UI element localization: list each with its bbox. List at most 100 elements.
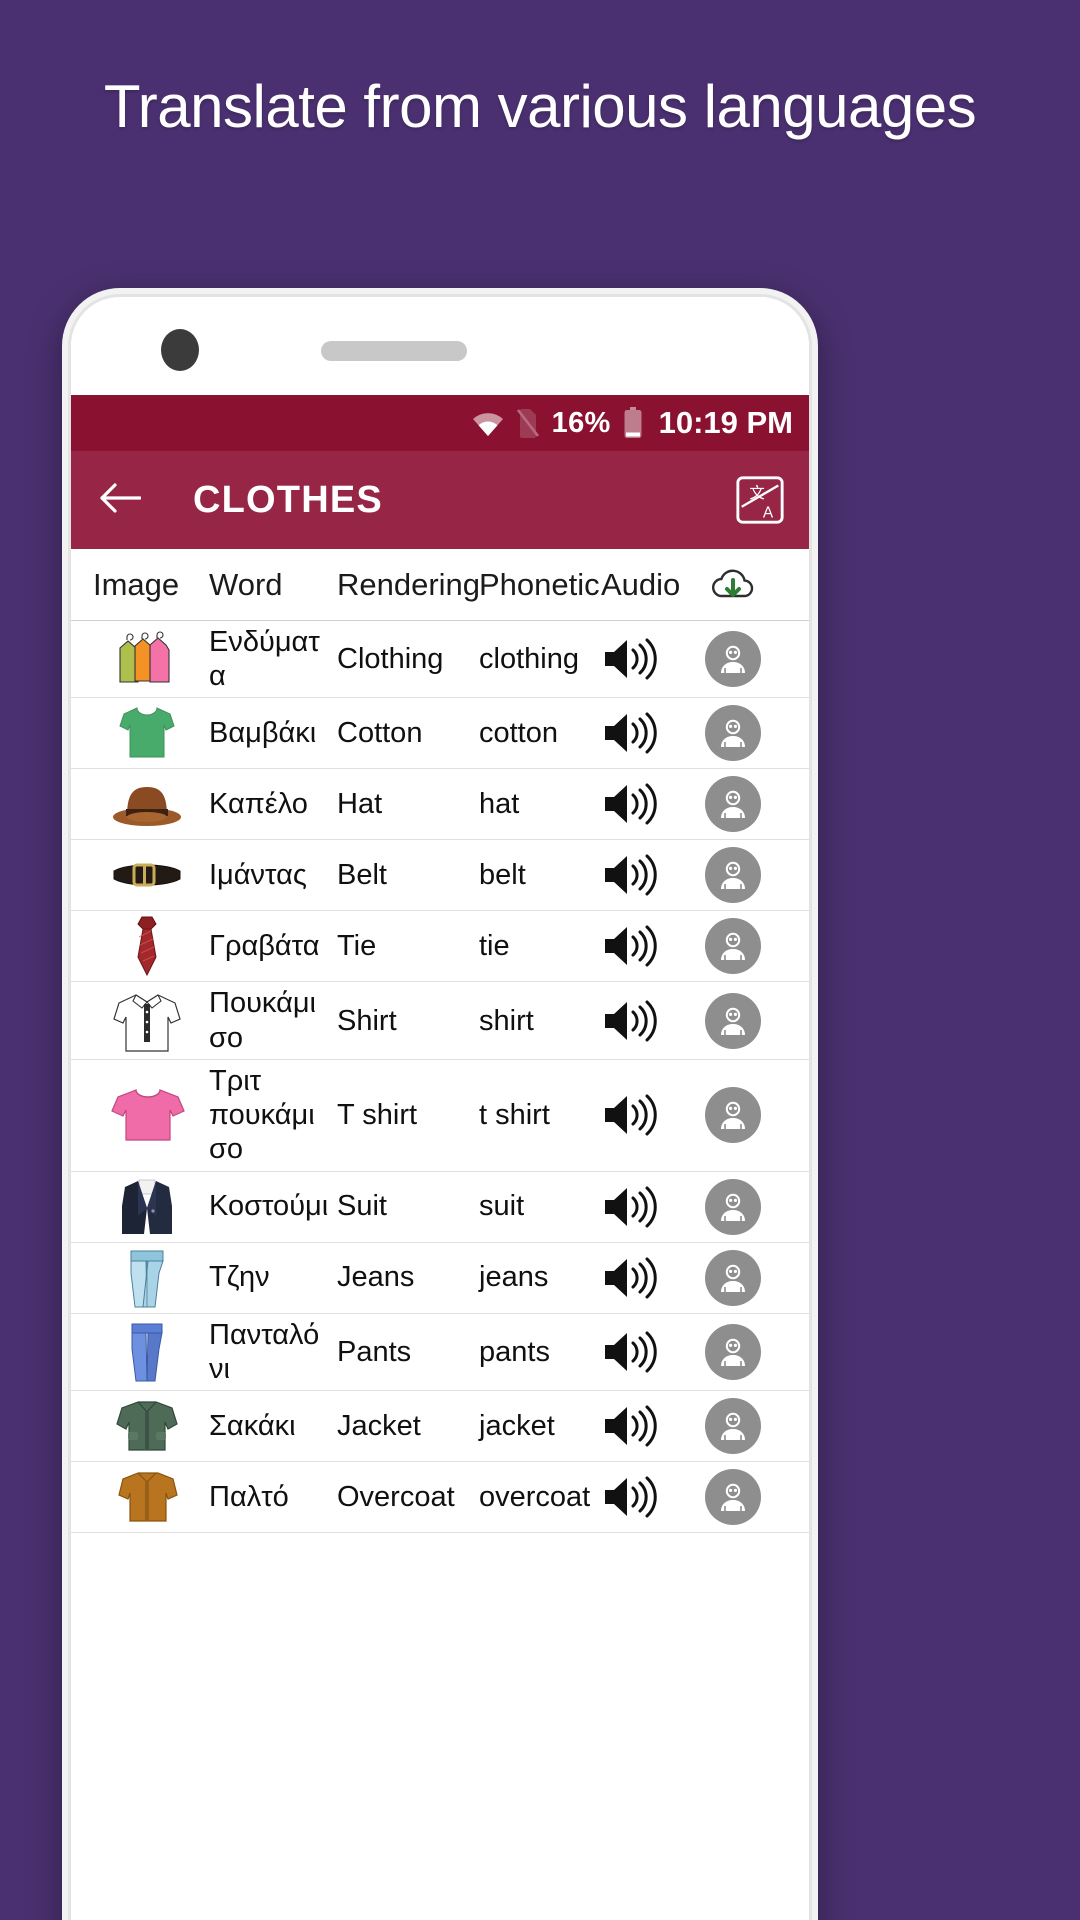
cell-rendering: Pants [337, 1335, 412, 1368]
table-row[interactable]: Κοστούμι Suit suit [71, 1172, 809, 1243]
cell-rendering: Tie [337, 930, 377, 963]
cell-word: Σακάκι [209, 1409, 296, 1442]
front-camera-icon [161, 329, 199, 371]
speaker-icon[interactable] [601, 998, 697, 1044]
cell-word: Βαμβάκι [209, 717, 317, 750]
svg-text:文: 文 [749, 484, 764, 502]
table-row[interactable]: Πανταλόνι Pants pants [71, 1314, 809, 1391]
promo-headline: Translate from various languages [103, 73, 977, 140]
brown-hat-icon [85, 773, 209, 835]
page-title: CLOTHES [193, 478, 383, 521]
pink-tshirt-icon [85, 1084, 209, 1146]
status-bar: 16% 10:19 PM [71, 395, 809, 451]
cell-phonetic: hat [479, 788, 520, 821]
blue-pants-icon [85, 1321, 209, 1383]
cell-word: Τζην [209, 1261, 270, 1294]
app-bar: CLOTHES 文 A [71, 451, 809, 549]
red-tie-icon [85, 915, 209, 977]
person-avatar-icon[interactable] [697, 1397, 769, 1454]
cell-word: Κοστούμι [209, 1190, 329, 1223]
person-avatar-icon[interactable] [697, 631, 769, 688]
clothes-hangers-icon [85, 628, 209, 690]
cell-rendering: Shirt [337, 1004, 397, 1037]
no-sim-icon [516, 408, 540, 438]
speaker-icon[interactable] [601, 781, 697, 827]
cell-phonetic: overcoat [479, 1480, 591, 1513]
speaker-icon[interactable] [601, 852, 697, 898]
white-shirt-icon [85, 990, 209, 1052]
phone-frame: 16% 10:19 PM CLOTHES 文 A Image Word Rend… [62, 288, 818, 1920]
cell-rendering: Hat [337, 788, 383, 821]
table-row[interactable]: Καπέλο Hat hat [71, 769, 809, 841]
cell-phonetic: pants [479, 1335, 550, 1368]
person-avatar-icon[interactable] [697, 705, 769, 762]
speaker-icon[interactable] [601, 1474, 697, 1520]
phone-screen: 16% 10:19 PM CLOTHES 文 A Image Word Rend… [68, 294, 812, 1920]
cell-word: Πουκάμισο [209, 987, 316, 1054]
speaker-icon[interactable] [601, 1329, 697, 1375]
person-avatar-icon[interactable] [697, 1323, 769, 1380]
green-tshirt-icon [85, 702, 209, 764]
cell-word: Παλτό [209, 1480, 289, 1513]
table-header-row: Image Word Rendering Phonetic Audio [71, 549, 809, 621]
cell-phonetic: clothing [479, 643, 579, 676]
column-header-rendering: Rendering [337, 566, 481, 602]
black-belt-icon [85, 844, 209, 906]
cell-phonetic: jeans [479, 1261, 549, 1294]
table-body[interactable]: Ενδύματα Clothing clothing Βαμβάκι Cotton co… [71, 621, 809, 1533]
cell-word: Γραβάτα [209, 930, 320, 963]
table-row[interactable]: Ενδύματα Clothing clothing [71, 621, 809, 699]
translate-icon[interactable]: 文 A [733, 473, 787, 527]
earpiece-speaker-icon [321, 341, 467, 361]
speaker-icon[interactable] [601, 923, 697, 969]
speaker-icon[interactable] [601, 1092, 697, 1138]
table-row[interactable]: Ιμάντας Belt belt [71, 840, 809, 912]
speaker-icon[interactable] [601, 1184, 697, 1230]
word-table[interactable]: Image Word Rendering Phonetic Audio Ενδύ… [71, 549, 809, 1920]
battery-icon [623, 407, 643, 439]
speaker-icon[interactable] [601, 1403, 697, 1449]
speaker-icon[interactable] [601, 636, 697, 682]
table-row[interactable]: Πουκάμισο Shirt shirt [71, 982, 809, 1060]
speaker-icon[interactable] [601, 710, 697, 756]
back-arrow-icon[interactable] [99, 481, 142, 520]
cell-phonetic: tie [479, 930, 510, 963]
cell-rendering: Cotton [337, 717, 423, 750]
wifi-icon [472, 410, 504, 436]
person-avatar-icon[interactable] [697, 992, 769, 1049]
person-avatar-icon[interactable] [697, 918, 769, 975]
cell-rendering: Belt [337, 859, 387, 892]
table-row[interactable]: Σακάκι Jacket jacket [71, 1391, 809, 1462]
column-header-audio: Audio [601, 566, 681, 602]
cell-rendering: T shirt [337, 1099, 418, 1132]
brown-overcoat-icon [85, 1466, 209, 1528]
cell-rendering: Overcoat [337, 1480, 455, 1513]
cell-rendering: Clothing [337, 643, 444, 676]
person-avatar-icon[interactable] [697, 1087, 769, 1144]
table-row[interactable]: Βαμβάκι Cotton cotton [71, 698, 809, 770]
cell-word: Πανταλόνι [209, 1318, 320, 1385]
table-row[interactable]: Τζην Jeans jeans [71, 1243, 809, 1314]
battery-percent-label: 16% [551, 406, 611, 439]
speaker-icon[interactable] [601, 1255, 697, 1301]
cell-rendering: Jacket [337, 1409, 421, 1442]
table-row[interactable]: Παλτό Overcoat overcoat [71, 1462, 809, 1533]
cell-word: Ιμάντας [209, 859, 307, 892]
person-avatar-icon[interactable] [697, 1468, 769, 1525]
person-avatar-icon[interactable] [697, 847, 769, 904]
phone-bezel [71, 297, 809, 395]
person-avatar-icon[interactable] [697, 776, 769, 833]
table-row[interactable]: Τριτ πουκάμισο T shirt t shirt [71, 1060, 809, 1172]
person-avatar-icon[interactable] [697, 1178, 769, 1235]
table-row[interactable]: Γραβάτα Tie tie [71, 911, 809, 983]
green-jacket-icon [85, 1395, 209, 1457]
cell-phonetic: jacket [479, 1409, 555, 1442]
download-cloud-icon[interactable] [697, 566, 769, 604]
cell-phonetic: t shirt [479, 1099, 550, 1132]
cell-word: Ενδύματα [209, 626, 320, 693]
navy-suit-icon [85, 1176, 209, 1238]
column-header-word: Word [209, 566, 283, 602]
cell-word: Καπέλο [209, 788, 308, 821]
person-avatar-icon[interactable] [697, 1249, 769, 1306]
cell-rendering: Jeans [337, 1261, 415, 1294]
